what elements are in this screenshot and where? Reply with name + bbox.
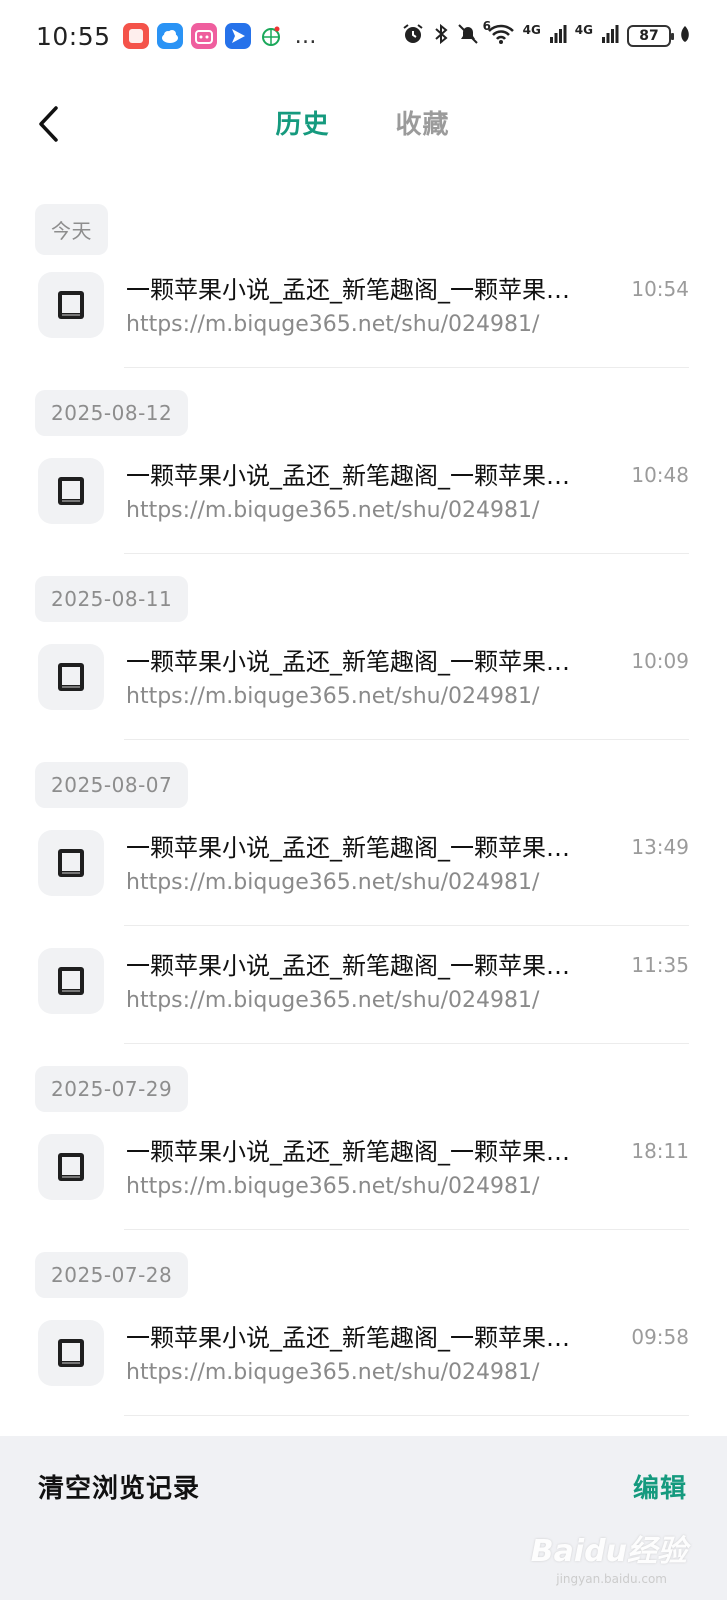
clear-history-button[interactable]: 清空浏览记录 [38,1468,200,1505]
date-chip: 2025-08-07 [35,762,189,808]
history-item-time: 10:48 [631,463,689,487]
date-header: 2025-07-28 [0,1252,727,1298]
history-item-title: 一颗苹果小说_孟还_新笔趣阁_一颗苹果… [126,834,570,862]
network-type-1: 4G [522,23,541,37]
status-bar-left: 10:55 … [36,22,317,51]
battery-indicator: 87 [627,25,674,47]
date-chip: 今天 [35,204,108,255]
date-header: 今天 [0,204,727,255]
book-icon [38,272,104,338]
history-item[interactable]: 一颗苹果小说_孟还_新笔趣阁_一颗苹果… 13:49 https://m.biqug… [0,808,727,926]
divider [124,553,689,554]
history-item-time: 13:49 [631,835,689,859]
history-item-time: 11:35 [631,953,689,977]
more-notifications-icon: … [294,23,317,49]
date-group: 2025-08-12 一颗苹果小说_孟还_新笔趣阁_一颗苹果… 10:48 https… [0,390,727,554]
history-item[interactable]: 一颗苹果小说_孟还_新笔趣阁_一颗苹果… 10:54 https://m.biqug… [0,250,727,368]
history-item[interactable]: 一颗苹果小说_孟还_新笔趣阁_一颗苹果… 11:35 https://m.biqug… [0,926,727,1044]
bluetooth-icon [433,22,449,50]
book-icon [38,458,104,524]
history-item-time: 10:09 [631,649,689,673]
history-item[interactable]: 一颗苹果小说_孟还_新笔趣阁_一颗苹果… 18:11 https://m.biqug… [0,1112,727,1230]
history-item-url: https://m.biquge365.net/shu/024981/ [126,684,540,709]
status-bar: 10:55 … 6 4G 4G 87 [0,0,727,72]
send-app-icon [224,23,251,49]
date-chip: 2025-07-29 [35,1066,189,1112]
date-chip: 2025-07-28 [35,1252,189,1298]
wifi-icon: 6 [483,19,515,49]
history-item-url: https://m.biquge365.net/shu/024981/ [126,870,540,895]
book-icon [38,830,104,896]
history-item[interactable]: 一颗苹果小说_孟还_新笔趣阁_一颗苹果… 10:09 https://m.biqug… [0,622,727,740]
bilibili-app-icon [190,23,217,49]
divider [124,1229,689,1230]
carrier-icon [259,24,283,48]
header: 历史 收藏 [0,90,727,160]
cloud-app-icon [156,23,183,49]
date-header: 2025-08-11 [0,576,727,622]
history-item-url: https://m.biquge365.net/shu/024981/ [126,1360,540,1385]
bottom-action-bar: 清空浏览记录 编辑 Baidu经验 jingyan.baidu.com [0,1436,727,1600]
date-group: 2025-07-28 一颗苹果小说_孟还_新笔趣阁_一颗苹果… 09:58 https… [0,1252,727,1416]
history-item-time: 09:58 [631,1325,689,1349]
book-icon [38,948,104,1014]
tab-history[interactable]: 历史 [275,104,331,141]
divider [124,1043,689,1044]
date-chip: 2025-08-12 [35,390,189,436]
book-icon [38,644,104,710]
book-icon [38,1320,104,1386]
history-item[interactable]: 一颗苹果小说_孟还_新笔趣阁_一颗苹果… 09:58 https://m.biqug… [0,1298,727,1416]
tab-favorites[interactable]: 收藏 [396,104,452,141]
history-item[interactable]: 一颗苹果小说_孟还_新笔趣阁_一颗苹果… 10:48 https://m.biqug… [0,436,727,554]
history-list: 今天 一颗苹果小说_孟还_新笔趣阁_一颗苹果… 10:54 https://m.biq… [0,204,727,1438]
history-item-time: 10:54 [631,277,689,301]
network-type-2: 4G [574,23,593,37]
date-group: 2025-08-11 一颗苹果小说_孟还_新笔趣阁_一颗苹果… 10:09 https… [0,576,727,740]
history-item-title: 一颗苹果小说_孟还_新笔趣阁_一颗苹果… [126,648,570,676]
divider [124,1415,689,1416]
history-item-title: 一颗苹果小说_孟还_新笔趣阁_一颗苹果… [126,952,570,980]
history-item-url: https://m.biquge365.net/shu/024981/ [126,1174,540,1199]
date-header: 2025-08-12 [0,390,727,436]
date-header: 2025-08-07 [0,762,727,808]
history-item-title: 一颗苹果小说_孟还_新笔趣阁_一颗苹果… [126,1138,570,1166]
edit-button[interactable]: 编辑 [633,1468,687,1505]
alarm-icon [401,22,425,50]
divider [124,367,689,368]
history-item-url: https://m.biquge365.net/shu/024981/ [126,498,540,523]
wifi-standard-label: 6 [482,19,491,33]
status-bar-right: 6 4G 4G 87 [401,19,691,50]
watermark-logo: Baidu经验 [530,1534,687,1569]
history-item-title: 一颗苹果小说_孟还_新笔趣阁_一颗苹果… [126,462,570,490]
status-time: 10:55 [36,21,111,51]
divider [124,739,689,740]
date-chip: 2025-08-11 [35,576,189,622]
date-group: 2025-08-07 一颗苹果小说_孟还_新笔趣阁_一颗苹果… 13:49 https… [0,762,727,1044]
mute-bell-icon [457,22,479,50]
signal-icon-2 [601,23,619,49]
watermark-url: jingyan.baidu.com [556,1572,667,1586]
signal-icon-1 [549,23,567,49]
date-group: 今天 一颗苹果小说_孟还_新笔趣阁_一颗苹果… 10:54 https://m.biq… [0,204,727,368]
history-item-title: 一颗苹果小说_孟还_新笔趣阁_一颗苹果… [126,1324,570,1352]
leaf-icon [679,24,691,48]
history-item-time: 18:11 [631,1139,689,1163]
date-group: 2025-07-29 一颗苹果小说_孟还_新笔趣阁_一颗苹果… 18:11 https… [0,1066,727,1230]
tab-bar: 历史 收藏 [0,104,727,141]
date-header: 2025-07-29 [0,1066,727,1112]
history-item-title: 一颗苹果小说_孟还_新笔趣阁_一颗苹果… [126,276,570,304]
history-item-url: https://m.biquge365.net/shu/024981/ [126,988,540,1013]
notification-app-icon [122,23,149,49]
book-icon [38,1134,104,1200]
history-item-url: https://m.biquge365.net/shu/024981/ [126,312,540,337]
